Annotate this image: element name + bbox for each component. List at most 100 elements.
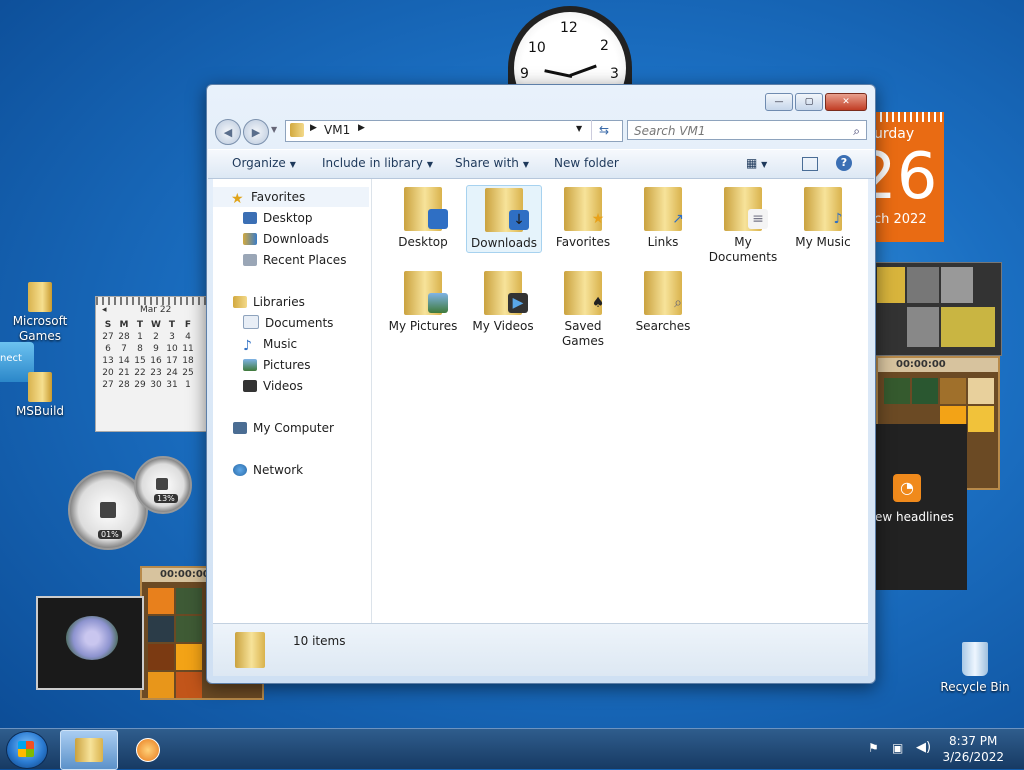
folder-item[interactable]: ↗ Links [626, 185, 700, 251]
organize-menu[interactable]: Organize ▼ [232, 156, 296, 170]
explorer-window[interactable]: — ▢ ✕ ◀ ▶ ▼ ▶ VM1 ▶ ▼ ⇆ Search VM1 ⌕ Org… [206, 84, 876, 684]
puzzle-tile[interactable] [148, 588, 174, 614]
folder-item[interactable]: ≡ My Documents [706, 185, 780, 264]
change-view-icon[interactable]: ▦ ▼ [746, 156, 767, 170]
calendar-day-cell[interactable]: 28 [116, 331, 132, 343]
puzzle-tile[interactable] [940, 378, 966, 404]
taskbar-media-player-button[interactable] [122, 730, 178, 768]
puzzle-tile[interactable] [912, 378, 938, 404]
nav-music[interactable]: ♪ Music [243, 334, 297, 354]
close-button[interactable]: ✕ [825, 93, 867, 111]
calendar-day-cell[interactable]: 28 [116, 379, 132, 391]
media-gadget[interactable] [874, 262, 1002, 356]
calendar-day-cell[interactable]: 20 [100, 367, 116, 379]
calendar-day-cell[interactable]: 18 [180, 355, 196, 367]
calendar-day-cell[interactable]: 1 [132, 331, 148, 343]
nav-favorites[interactable]: ★ Favorites [213, 187, 369, 207]
calendar-day-cell[interactable]: 13 [100, 355, 116, 367]
calendar-day-cell[interactable]: 24 [164, 367, 180, 379]
start-button[interactable] [6, 731, 48, 769]
puzzle-tile[interactable] [176, 588, 202, 614]
calendar-day-cell[interactable]: 4 [180, 331, 196, 343]
puzzle-tile[interactable] [884, 378, 910, 404]
maximize-button[interactable]: ▢ [795, 93, 823, 111]
mini-calendar-gadget[interactable]: ◂ Mar 22 SMTWTF 27 28 1 2 3 4 6 7 8 9 10 11 13 14 15 16… [95, 296, 209, 432]
slideshow-gadget[interactable] [36, 596, 144, 690]
feed-headlines-gadget[interactable]: ◔ ew headlines [875, 424, 967, 590]
nav-desktop[interactable]: Desktop [243, 208, 313, 228]
puzzle-tile[interactable] [176, 616, 202, 642]
folder-item[interactable]: My Pictures [386, 269, 460, 335]
folder-item[interactable]: ⌕ Searches [626, 269, 700, 335]
puzzle-tile[interactable] [148, 672, 174, 698]
minimize-button[interactable]: — [765, 93, 793, 111]
address-bar[interactable]: ▶ VM1 ▶ ▼ [285, 120, 623, 142]
calendar-day-cell[interactable]: 10 [164, 343, 180, 355]
calendar-day-cell[interactable]: 9 [148, 343, 164, 355]
nav-downloads[interactable]: Downloads [243, 229, 329, 249]
volume-icon[interactable]: ◀) [916, 740, 931, 755]
nav-recent-places[interactable]: Recent Places [243, 250, 346, 270]
back-button[interactable]: ◀ [215, 119, 241, 145]
calendar-day-cell[interactable]: 17 [164, 355, 180, 367]
calendar-gadget[interactable]: urday 26 ch 2022 [856, 112, 944, 242]
puzzle-tile[interactable] [148, 616, 174, 642]
calendar-day-cell[interactable]: 23 [148, 367, 164, 379]
nav-videos[interactable]: Videos [243, 376, 303, 396]
folder-item[interactable]: ♠ Saved Games [546, 269, 620, 348]
breadcrumb-vm1[interactable]: VM1 [324, 123, 350, 137]
calendar-day-cell[interactable]: 15 [132, 355, 148, 367]
calendar-day-cell[interactable]: 25 [180, 367, 196, 379]
refresh-button[interactable]: ⇆ [591, 120, 616, 140]
new-folder-button[interactable]: New folder [554, 156, 619, 170]
nav-my-computer[interactable]: My Computer [233, 418, 334, 438]
folder-item[interactable]: ↓ Downloads [466, 185, 542, 253]
calendar-day-cell[interactable]: 30 [148, 379, 164, 391]
nav-libraries[interactable]: Libraries [233, 292, 305, 312]
tray-clock[interactable]: 8:37 PM 3/26/2022 [942, 733, 1004, 765]
folder-item[interactable]: ♪ My Music [786, 185, 860, 251]
help-icon[interactable]: ? [836, 155, 852, 171]
memory-meter-gadget[interactable]: 13% [134, 456, 192, 514]
calendar-day-cell[interactable]: 22 [132, 367, 148, 379]
calendar-day-cell[interactable]: 31 [164, 379, 180, 391]
calendar-day-cell[interactable]: 1 [180, 379, 196, 391]
desktop-icon-recycle-bin[interactable]: Recycle Bin [940, 642, 1010, 694]
calendar-day-cell[interactable]: 11 [180, 343, 196, 355]
calendar-day-cell[interactable]: 7 [116, 343, 132, 355]
puzzle-tile[interactable] [148, 644, 174, 670]
clock-gadget[interactable]: 12 2 3 9 10 [508, 6, 632, 90]
share-with-menu[interactable]: Share with ▼ [455, 156, 529, 170]
puzzle-tile[interactable] [968, 378, 994, 404]
search-input[interactable]: Search VM1 ⌕ [627, 120, 867, 140]
puzzle-tile[interactable] [176, 672, 202, 698]
folder-item[interactable]: ★ Favorites [546, 185, 620, 251]
prev-month-icon[interactable]: ◂ [102, 305, 107, 315]
action-center-icon[interactable]: ⚑ [868, 741, 879, 755]
puzzle-tile[interactable] [968, 406, 994, 432]
calendar-day-cell[interactable]: 14 [116, 355, 132, 367]
calendar-day-cell[interactable]: 8 [132, 343, 148, 355]
calendar-day-cell[interactable]: 6 [100, 343, 116, 355]
puzzle-tile[interactable] [176, 644, 202, 670]
calendar-day-cell[interactable]: 21 [116, 367, 132, 379]
calendar-day-cell[interactable]: 16 [148, 355, 164, 367]
search-icon[interactable]: ⌕ [853, 121, 860, 141]
nav-pictures[interactable]: Pictures [243, 355, 311, 375]
folder-item[interactable]: Desktop [386, 185, 460, 251]
desktop-icon-microsoft-games[interactable]: Microsoft Games [0, 282, 80, 344]
recent-pages-chevron-icon[interactable]: ▼ [271, 125, 277, 134]
taskbar-explorer-button[interactable] [60, 730, 118, 770]
preview-pane-icon[interactable] [802, 157, 818, 171]
folder-item[interactable]: ▶ My Videos [466, 269, 540, 335]
desktop-icon-msbuild[interactable]: MSBuild [0, 372, 80, 418]
network-tray-icon[interactable]: ▣ [892, 741, 903, 755]
calendar-day-cell[interactable]: 3 [164, 331, 180, 343]
forward-button[interactable]: ▶ [243, 119, 269, 145]
nav-documents[interactable]: Documents [243, 313, 333, 333]
calendar-day-cell[interactable]: 27 [100, 379, 116, 391]
calendar-day-cell[interactable]: 27 [100, 331, 116, 343]
include-in-library-menu[interactable]: Include in library ▼ [322, 156, 433, 170]
nav-network[interactable]: Network [233, 460, 303, 480]
calendar-day-cell[interactable]: 29 [132, 379, 148, 391]
